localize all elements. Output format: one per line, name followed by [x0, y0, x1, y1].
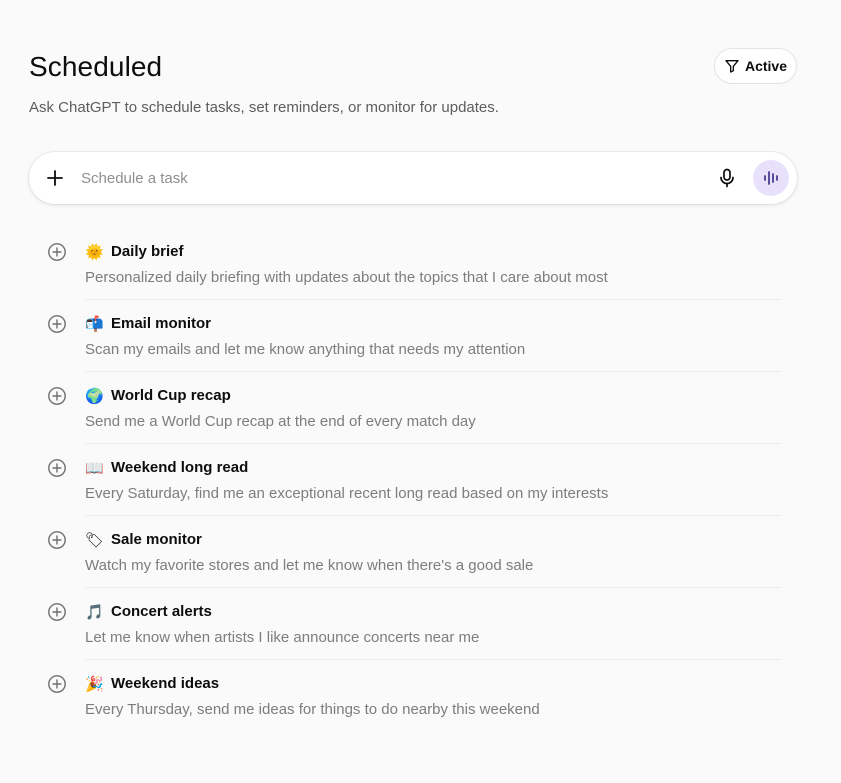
page-subtitle: Ask ChatGPT to schedule tasks, set remin…: [29, 99, 499, 116]
party-popper-emoji-icon: 🎉: [85, 675, 104, 693]
filter-label: Active: [744, 58, 788, 74]
task-item-2[interactable]: 📬 Email monitor Scan my emails and let m…: [44, 300, 782, 372]
music-note-emoji-icon: 🎵: [85, 603, 104, 621]
task-description: Personalized daily briefing with updates…: [85, 269, 608, 286]
page-title: Scheduled: [29, 51, 163, 82]
add-circle-icon[interactable]: [47, 314, 67, 334]
header: Scheduled Active: [29, 48, 797, 88]
task-item-5[interactable]: 🏷 Sale monitor Watch my favorite stores …: [44, 516, 782, 588]
task-title: Weekend ideas: [111, 675, 220, 692]
tag-emoji-icon: 🏷: [85, 531, 105, 549]
task-item-6[interactable]: 🎵 Concert alerts Let me know when artist…: [44, 588, 782, 660]
task-title: Weekend long read: [111, 459, 249, 476]
voice-waveform-icon: [764, 171, 778, 185]
add-task-button[interactable]: [43, 166, 67, 190]
active-filter-button[interactable]: Active: [714, 48, 797, 84]
open-book-emoji-icon: 📖: [85, 459, 104, 477]
voice-mode-button[interactable]: [753, 160, 789, 196]
schedule-task-input[interactable]: [81, 166, 681, 190]
task-item-4[interactable]: 📖 Weekend long read Every Saturday, find…: [44, 444, 782, 516]
mailbox-emoji-icon: 📬: [85, 315, 104, 333]
task-title: World Cup recap: [111, 387, 231, 404]
task-title: Email monitor: [111, 315, 212, 332]
task-item-1[interactable]: 🌞 Daily brief Personalized daily briefin…: [44, 228, 782, 300]
schedule-task-composer: [29, 152, 797, 204]
globe-emoji-icon: 🌍: [85, 387, 104, 405]
task-description: Scan my emails and let me know anything …: [85, 341, 526, 358]
task-description: Let me know when artists I like announce…: [85, 629, 480, 646]
task-description: Watch my favorite stores and let me know…: [85, 557, 534, 574]
task-description: Every Saturday, find me an exceptional r…: [85, 485, 609, 502]
add-circle-icon[interactable]: [47, 530, 67, 550]
task-list: 🌞 Daily brief Personalized daily briefin…: [44, 228, 782, 732]
add-circle-icon[interactable]: [47, 386, 67, 406]
microphone-icon: [720, 168, 734, 188]
task-item-7[interactable]: 🎉 Weekend ideas Every Thursday, send me …: [44, 660, 782, 732]
task-title: Sale monitor: [111, 531, 202, 548]
microphone-button[interactable]: [715, 166, 739, 190]
sun-emoji-icon: 🌞: [85, 243, 104, 261]
add-circle-icon[interactable]: [47, 602, 67, 622]
add-circle-icon[interactable]: [47, 458, 67, 478]
task-item-3[interactable]: 🌍 World Cup recap Send me a World Cup re…: [44, 372, 782, 444]
add-circle-icon[interactable]: [47, 242, 67, 262]
filter-icon: [725, 60, 739, 73]
plus-icon: [47, 170, 63, 186]
task-title: Daily brief: [111, 243, 184, 260]
scheduled-page: Scheduled Active Ask ChatGPT to schedule…: [0, 0, 841, 783]
task-description: Every Thursday, send me ideas for things…: [85, 701, 540, 718]
task-title: Concert alerts: [111, 603, 212, 620]
add-circle-icon[interactable]: [47, 674, 67, 694]
task-description: Send me a World Cup recap at the end of …: [85, 413, 476, 430]
